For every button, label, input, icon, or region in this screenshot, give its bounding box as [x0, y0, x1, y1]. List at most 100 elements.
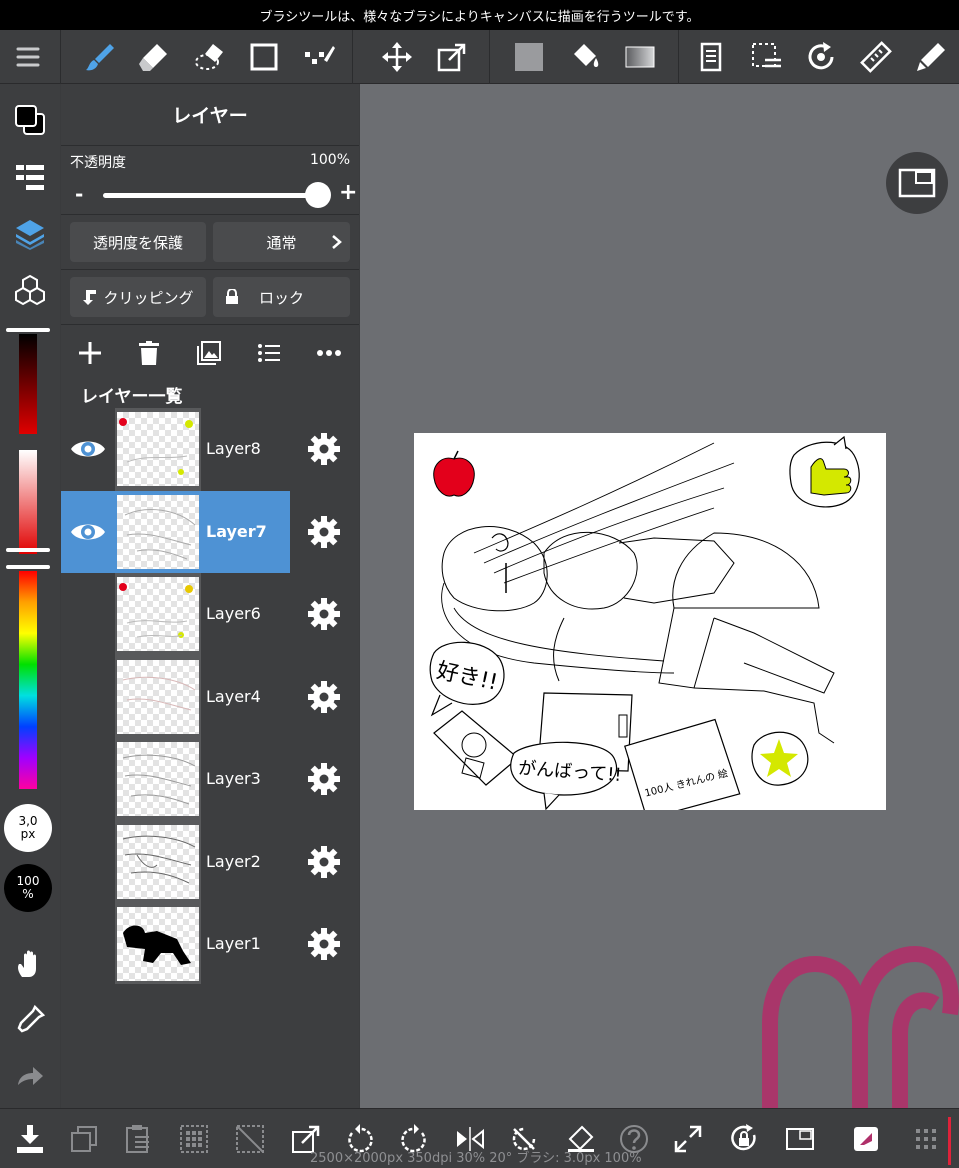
layer-row[interactable]: Layer8: [61, 408, 359, 490]
lock-button[interactable]: ロック: [213, 277, 350, 317]
visibility-toggle[interactable]: [69, 925, 107, 963]
layer-name: Layer6: [206, 604, 261, 623]
blend-mode-label: 通常: [266, 233, 297, 252]
save-download-icon[interactable]: [10, 1119, 50, 1159]
clipping-arrow-icon: [83, 290, 97, 305]
canvas-status-text: 2500×2000px 350dpi 30% 20° ブラシ: 3.0px 10…: [310, 1151, 642, 1166]
gear-icon[interactable]: [306, 761, 342, 797]
hand-icon[interactable]: [8, 942, 52, 986]
layer-thumbnail[interactable]: [117, 412, 199, 486]
layer-list-icon[interactable]: [249, 336, 289, 370]
opacity-increase-button[interactable]: +: [339, 180, 357, 205]
rect-select-icon[interactable]: [241, 30, 287, 84]
layer-thumbnail[interactable]: [117, 577, 199, 651]
brush-opacity-button[interactable]: 100 %: [4, 864, 52, 912]
hue-slider[interactable]: [19, 571, 37, 789]
menu-icon[interactable]: [5, 30, 51, 84]
protect-alpha-button[interactable]: 透明度を保護: [70, 222, 206, 262]
left-rail: 3,0 px 100 %: [0, 84, 60, 1108]
top-toolbar: [0, 30, 959, 84]
layer-row[interactable]: Layer6: [61, 573, 359, 655]
navigator-toggle-icon[interactable]: [780, 1119, 820, 1159]
rotation-lock-icon[interactable]: [724, 1119, 764, 1159]
visibility-toggle[interactable]: [69, 760, 107, 798]
eye-visibility-icon[interactable]: [69, 513, 107, 551]
opacity-knob[interactable]: [305, 182, 331, 208]
gear-icon[interactable]: [306, 596, 342, 632]
gear-icon[interactable]: [306, 926, 342, 962]
more-icon[interactable]: [309, 336, 349, 370]
layer-name: Layer4: [206, 686, 261, 706]
layer-thumbnail[interactable]: [117, 824, 199, 899]
select-pen-icon[interactable]: [296, 30, 342, 84]
3d-material-icon[interactable]: [8, 268, 52, 312]
lock-label: ロック: [258, 288, 304, 307]
add-layer-icon[interactable]: [70, 336, 110, 370]
bottom-toolbar: 2500×2000px 350dpi 30% 20° ブラシ: 3.0px 10…: [0, 1108, 959, 1168]
move-icon[interactable]: [374, 30, 420, 84]
gradient-icon[interactable]: [617, 30, 663, 84]
layer-thumbnail[interactable]: [117, 907, 199, 981]
gear-icon[interactable]: [306, 679, 342, 715]
layer-row[interactable]: Layer7: [61, 490, 359, 573]
visibility-toggle[interactable]: [69, 595, 107, 633]
clipping-button[interactable]: クリッピング: [70, 277, 206, 317]
canvas-area[interactable]: 好き!! がんばって!! 100人 きれんの 絵: [360, 84, 959, 1108]
layer-thumbnail[interactable]: [117, 494, 199, 569]
gear-icon[interactable]: [306, 514, 342, 550]
layers-icon[interactable]: [8, 212, 52, 256]
layer-row[interactable]: Layer1: [61, 903, 359, 985]
watermark-logo: [762, 946, 959, 1108]
eyedropper-icon[interactable]: [8, 998, 52, 1042]
visibility-toggle[interactable]: [69, 678, 107, 716]
copy-icon[interactable]: [64, 1119, 104, 1159]
fullscreen-icon[interactable]: [668, 1119, 708, 1159]
image-layer-icon[interactable]: [189, 336, 229, 370]
lasso-eraser-icon[interactable]: [187, 30, 233, 84]
layer-row[interactable]: Layer2: [61, 821, 359, 903]
layer-row[interactable]: Layer3: [61, 738, 359, 820]
gear-icon[interactable]: [306, 844, 342, 880]
paste-icon[interactable]: [118, 1119, 158, 1159]
brush-size-button[interactable]: 3,0 px: [4, 804, 52, 852]
redo-arrow-icon[interactable]: [8, 1054, 52, 1098]
selection-layer-icon[interactable]: [743, 30, 789, 84]
transform-icon[interactable]: [429, 30, 475, 84]
share-icon[interactable]: [846, 1119, 886, 1159]
layer-name: Layer7: [206, 521, 267, 541]
saturation-slider[interactable]: [19, 450, 37, 554]
bucket-icon[interactable]: [562, 30, 608, 84]
layer-row[interactable]: Layer4: [61, 656, 359, 738]
navigator-button[interactable]: [886, 152, 948, 214]
status-bar-text: ブラシツールは、様々なブラシによりキャンバスに描画を行うツールです。: [259, 9, 700, 25]
opacity-decrease-button[interactable]: -: [75, 182, 83, 206]
brush-icon[interactable]: [77, 30, 123, 84]
grid-menu-icon[interactable]: [906, 1119, 946, 1159]
trash-icon[interactable]: [129, 336, 169, 370]
layer-thumbnail[interactable]: [117, 742, 199, 816]
deselect-icon[interactable]: [230, 1119, 270, 1159]
layer-name: Layer8: [206, 439, 261, 458]
opacity-slider[interactable]: - +: [71, 180, 357, 210]
fill-color-icon[interactable]: [506, 30, 552, 84]
layer-thumbnail[interactable]: [117, 659, 199, 734]
layer-property-icon[interactable]: [688, 30, 734, 84]
ruler-icon[interactable]: [853, 30, 899, 84]
layer-list-title: レイヤー一覧: [81, 387, 183, 407]
eraser-icon[interactable]: [131, 30, 177, 84]
pen-assist-icon[interactable]: [908, 30, 954, 84]
drawing-canvas[interactable]: 好き!! がんばって!! 100人 きれんの 絵: [414, 433, 886, 820]
color-swap-icon[interactable]: [8, 98, 52, 142]
blend-mode-button[interactable]: 通常: [213, 222, 350, 262]
select-all-icon[interactable]: [174, 1119, 214, 1159]
opacity-label: 不透明度: [70, 155, 126, 171]
lock-icon: [226, 289, 238, 304]
materials-icon[interactable]: [8, 156, 52, 200]
visibility-toggle[interactable]: [69, 843, 107, 881]
eye-visibility-icon[interactable]: [69, 430, 107, 468]
rotate-snap-icon[interactable]: [798, 30, 844, 84]
brightness-slider[interactable]: [19, 334, 37, 434]
layer-name: Layer3: [206, 769, 261, 788]
gear-icon[interactable]: [306, 431, 342, 467]
opacity-track[interactable]: [103, 193, 313, 198]
